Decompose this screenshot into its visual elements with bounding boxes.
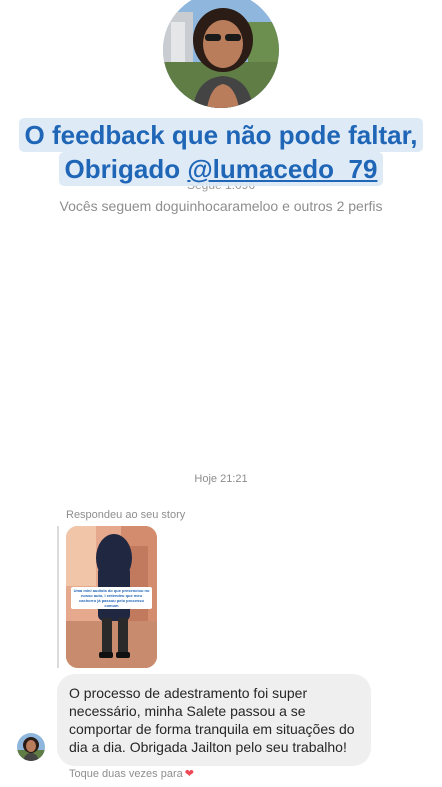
overlay-line-2: Obrigado @lumacedo_79 [58, 152, 384, 186]
heart-icon: ❤ [184, 768, 194, 780]
message-bubble[interactable]: O processo de adestramento foi super nec… [57, 674, 371, 766]
reply-indicator-bar [57, 526, 59, 668]
chat-timestamp: Hoje 21:21 [194, 473, 248, 485]
story-overlay-caption: O feedback que não pode faltar, Obrigado… [0, 118, 442, 186]
story-caption-text: Uma mini audiola do que presenciou no no… [71, 587, 152, 609]
sender-avatar[interactable] [17, 733, 45, 761]
double-tap-like-hint: Toque duas vezes para ❤ [69, 767, 194, 780]
replied-to-story-label: Respondeu ao seu story [66, 509, 186, 521]
overlay-thanks-text: Obrigado [64, 154, 188, 184]
overlay-mention-link[interactable]: @lumacedo_79 [187, 154, 377, 184]
mutual-followers-text[interactable]: Vocês seguem doguinhocarameloo e outros … [0, 198, 442, 214]
like-hint-text: Toque duas vezes para [69, 768, 183, 780]
overlay-line-1: O feedback que não pode faltar, [18, 118, 424, 152]
profile-avatar[interactable] [163, 0, 279, 108]
story-thumbnail[interactable]: Uma mini audiola do que presenciou no no… [66, 526, 157, 668]
